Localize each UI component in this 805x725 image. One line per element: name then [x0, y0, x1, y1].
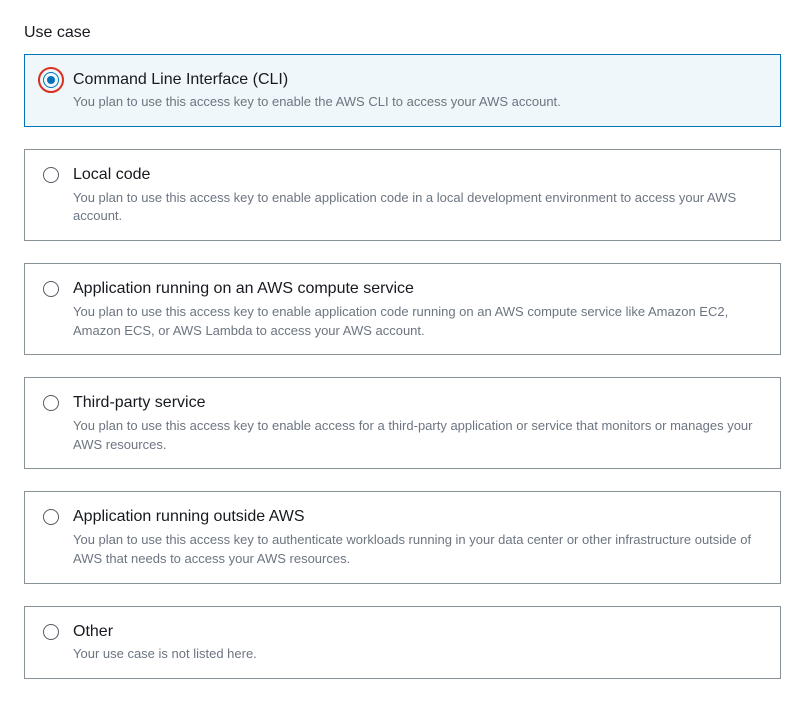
radio-button[interactable]: [43, 167, 59, 183]
use-case-option-cli[interactable]: Command Line Interface (CLI) You plan to…: [24, 54, 781, 127]
option-description: You plan to use this access key to enabl…: [73, 93, 762, 112]
radio-button[interactable]: [43, 624, 59, 640]
radio-button[interactable]: [43, 509, 59, 525]
radio-button[interactable]: [43, 395, 59, 411]
use-case-option-outside-aws[interactable]: Application running outside AWS You plan…: [24, 491, 781, 583]
option-description: Your use case is not listed here.: [73, 645, 762, 664]
option-content: Application running outside AWS You plan…: [73, 506, 762, 568]
option-title: Local code: [73, 164, 762, 186]
option-content: Third-party service You plan to use this…: [73, 392, 762, 454]
option-description: You plan to use this access key to enabl…: [73, 303, 762, 341]
use-case-option-other[interactable]: Other Your use case is not listed here.: [24, 606, 781, 679]
use-case-option-aws-compute[interactable]: Application running on an AWS compute se…: [24, 263, 781, 355]
radio-inner-dot: [47, 76, 55, 84]
option-description: You plan to use this access key to enabl…: [73, 189, 762, 227]
option-title: Command Line Interface (CLI): [73, 69, 762, 91]
option-title: Application running outside AWS: [73, 506, 762, 528]
option-title: Application running on an AWS compute se…: [73, 278, 762, 300]
option-content: Local code You plan to use this access k…: [73, 164, 762, 226]
section-heading: Use case: [24, 24, 781, 42]
option-title: Other: [73, 621, 762, 643]
option-content: Other Your use case is not listed here.: [73, 621, 762, 664]
option-description: You plan to use this access key to enabl…: [73, 417, 762, 455]
option-content: Application running on an AWS compute se…: [73, 278, 762, 340]
option-description: You plan to use this access key to authe…: [73, 531, 762, 569]
option-content: Command Line Interface (CLI) You plan to…: [73, 69, 762, 112]
radio-button[interactable]: [43, 72, 59, 88]
radio-button[interactable]: [43, 281, 59, 297]
use-case-option-third-party[interactable]: Third-party service You plan to use this…: [24, 377, 781, 469]
option-title: Third-party service: [73, 392, 762, 414]
use-case-option-local-code[interactable]: Local code You plan to use this access k…: [24, 149, 781, 241]
